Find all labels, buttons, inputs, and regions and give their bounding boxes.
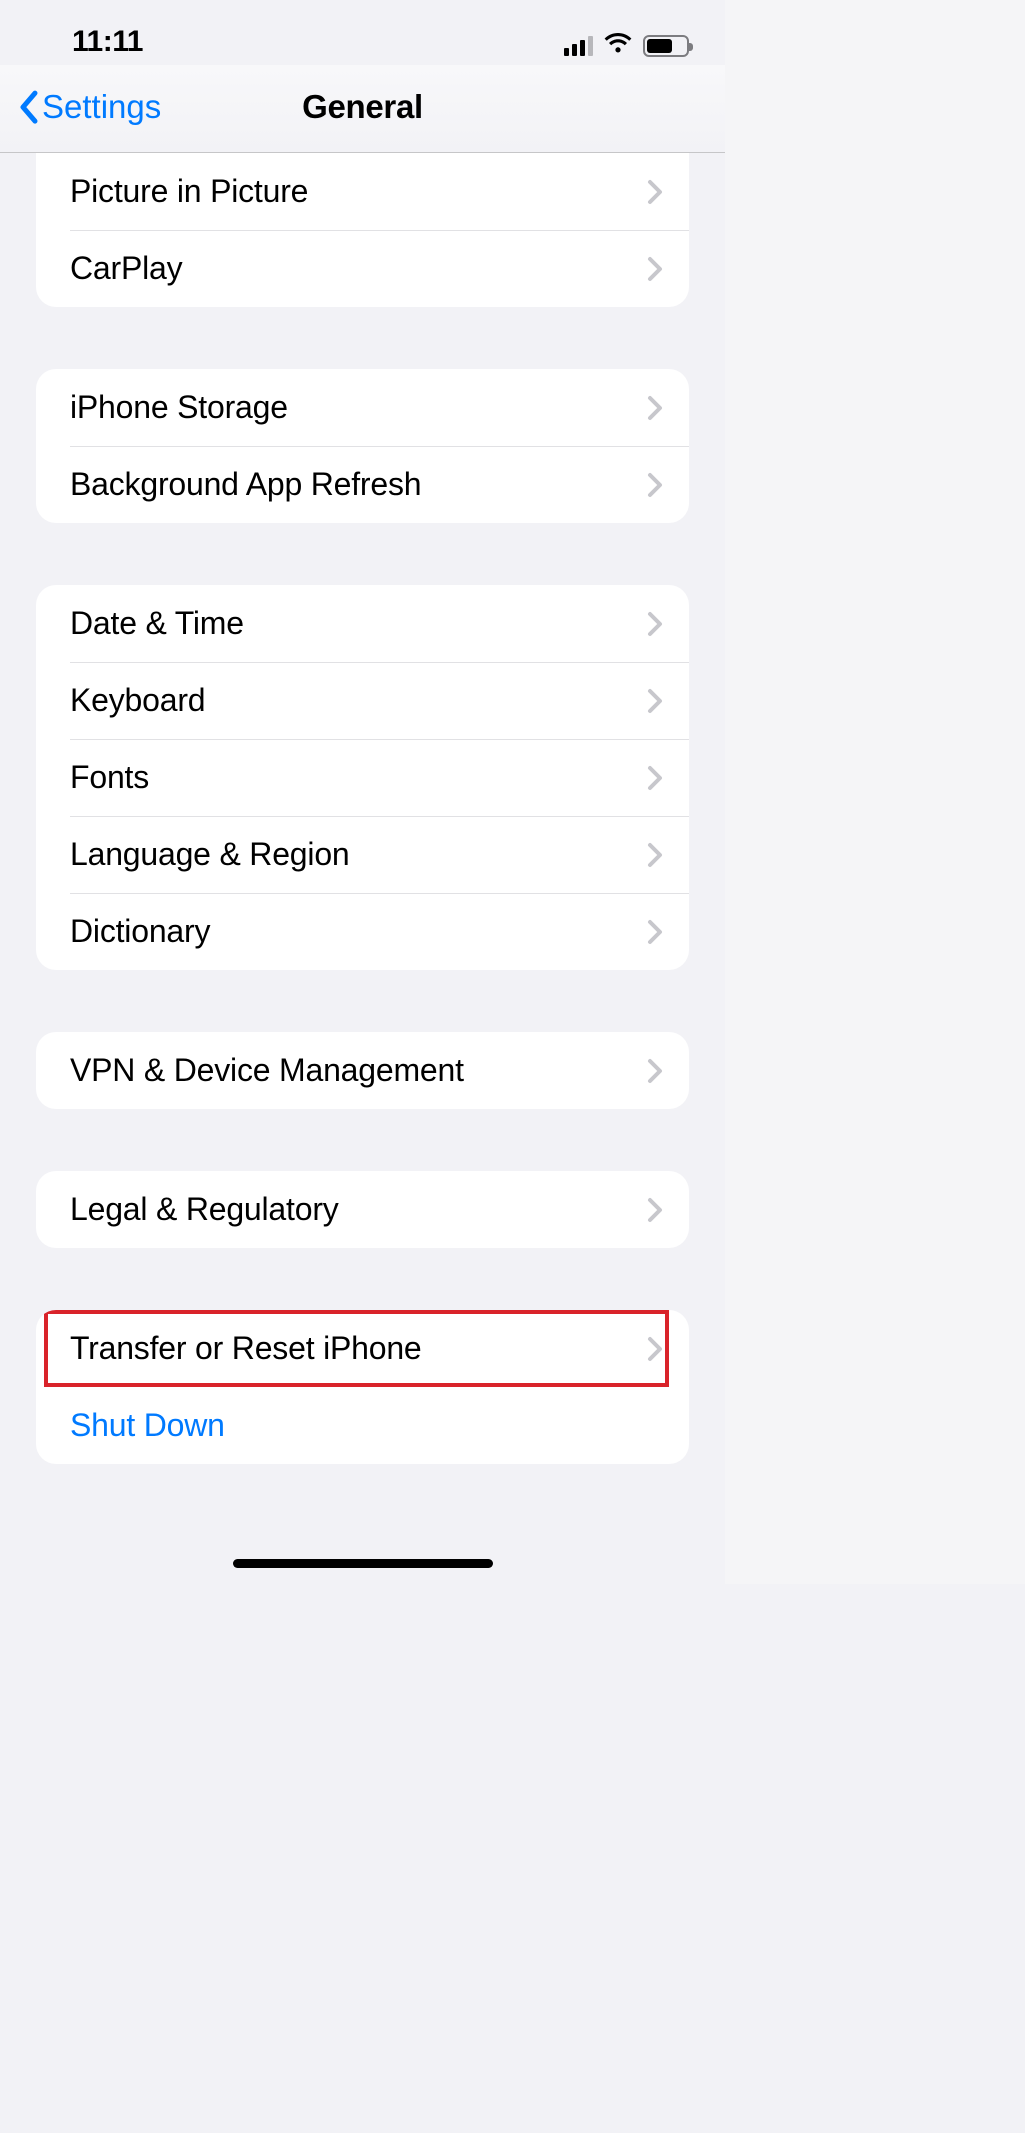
settings-group-vpn: VPN & Device Management xyxy=(36,1032,689,1109)
row-label: Dictionary xyxy=(70,913,210,950)
row-transfer-reset[interactable]: Transfer or Reset iPhone xyxy=(36,1310,689,1387)
row-vpn-device-management[interactable]: VPN & Device Management xyxy=(36,1032,689,1109)
settings-group-media: Picture in Picture CarPlay xyxy=(36,153,689,307)
row-label: Date & Time xyxy=(70,605,244,642)
status-icons xyxy=(564,32,689,59)
row-legal-regulatory[interactable]: Legal & Regulatory xyxy=(36,1171,689,1248)
chevron-right-icon xyxy=(647,842,663,868)
chevron-right-icon xyxy=(647,472,663,498)
row-label: iPhone Storage xyxy=(70,389,288,426)
row-label: Fonts xyxy=(70,759,149,796)
settings-group-storage: iPhone Storage Background App Refresh xyxy=(36,369,689,523)
phone-frame: 11:11 xyxy=(0,0,725,1584)
nav-title: General xyxy=(0,88,725,126)
chevron-right-icon xyxy=(647,765,663,791)
row-iphone-storage[interactable]: iPhone Storage xyxy=(36,369,689,446)
row-shut-down[interactable]: Shut Down xyxy=(36,1387,689,1464)
row-label: Transfer or Reset iPhone xyxy=(70,1330,422,1367)
chevron-right-icon xyxy=(647,919,663,945)
row-label: Shut Down xyxy=(70,1407,225,1444)
row-label: VPN & Device Management xyxy=(70,1052,464,1089)
row-carplay[interactable]: CarPlay xyxy=(36,230,689,307)
row-keyboard[interactable]: Keyboard xyxy=(36,662,689,739)
settings-group-legal: Legal & Regulatory xyxy=(36,1171,689,1248)
settings-group-reset: Transfer or Reset iPhone Shut Down xyxy=(36,1310,689,1464)
highlight-box: Transfer or Reset iPhone xyxy=(36,1310,689,1387)
battery-icon xyxy=(643,35,689,57)
chevron-right-icon xyxy=(647,1197,663,1223)
row-label: Keyboard xyxy=(70,682,205,719)
chevron-right-icon xyxy=(647,1058,663,1084)
home-indicator[interactable] xyxy=(233,1559,493,1568)
row-fonts[interactable]: Fonts xyxy=(36,739,689,816)
row-picture-in-picture[interactable]: Picture in Picture xyxy=(36,153,689,230)
settings-group-input: Date & Time Keyboard Fonts Language & Re… xyxy=(36,585,689,970)
chevron-right-icon xyxy=(647,395,663,421)
status-bar: 11:11 xyxy=(0,0,725,65)
wifi-icon xyxy=(603,32,633,59)
row-label: CarPlay xyxy=(70,250,182,287)
row-label: Language & Region xyxy=(70,836,350,873)
row-label: Legal & Regulatory xyxy=(70,1191,339,1228)
chevron-right-icon xyxy=(647,179,663,205)
status-time: 11:11 xyxy=(72,25,143,59)
nav-bar: Settings General xyxy=(0,65,725,153)
row-background-app-refresh[interactable]: Background App Refresh xyxy=(36,446,689,523)
row-dictionary[interactable]: Dictionary xyxy=(36,893,689,970)
row-label: Background App Refresh xyxy=(70,466,421,503)
chevron-right-icon xyxy=(647,256,663,282)
row-date-time[interactable]: Date & Time xyxy=(36,585,689,662)
cellular-icon xyxy=(564,36,593,56)
row-label: Picture in Picture xyxy=(70,173,308,210)
chevron-right-icon xyxy=(647,611,663,637)
row-language-region[interactable]: Language & Region xyxy=(36,816,689,893)
chevron-right-icon xyxy=(647,688,663,714)
chevron-right-icon xyxy=(647,1336,663,1362)
